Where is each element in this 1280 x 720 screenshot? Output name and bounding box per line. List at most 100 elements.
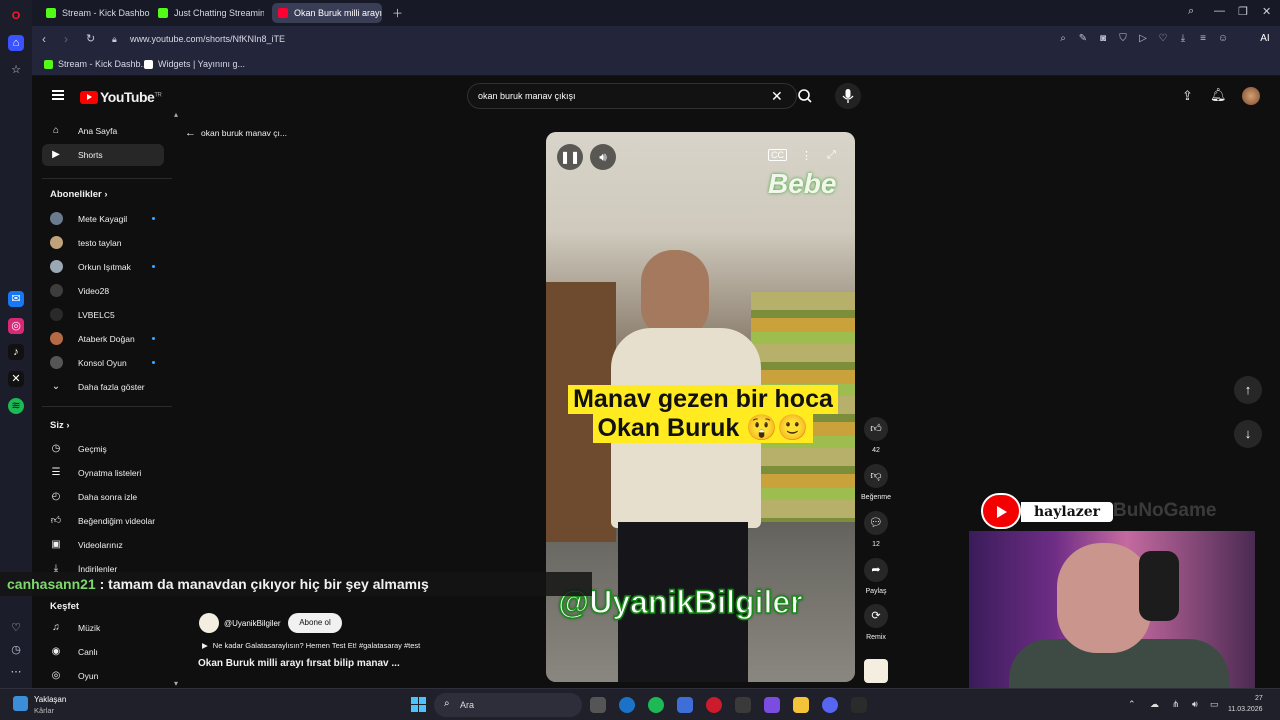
url-field[interactable]: www.youtube.com/shorts/NfKNIn8_iTE bbox=[130, 34, 285, 44]
opera-logo-icon[interactable]: O bbox=[8, 8, 24, 24]
captions-button[interactable]: CC bbox=[768, 149, 787, 161]
sidebar-item-shorts[interactable]: ▶ Shorts bbox=[42, 144, 164, 166]
avatar[interactable] bbox=[1242, 87, 1260, 105]
start-button[interactable] bbox=[411, 697, 427, 713]
voice-search-button[interactable] bbox=[835, 83, 861, 109]
channel-avatar[interactable] bbox=[199, 613, 219, 633]
search-tabs-icon[interactable]: ⌕ bbox=[1188, 5, 1194, 18]
taskbar-search[interactable]: ⌕ Ara bbox=[434, 693, 582, 717]
subscriptions-header[interactable]: Abonelikler › bbox=[50, 189, 108, 200]
sidebar-item-gaming[interactable]: ◎ Oyun bbox=[42, 665, 164, 687]
sidebar-item-history[interactable]: ◷ Geçmiş bbox=[42, 438, 164, 460]
store-icon[interactable] bbox=[735, 697, 751, 713]
short-video-player[interactable]: Bebe Manav gezen bir hoca Okan Buruk 😲🙂 … bbox=[546, 132, 855, 682]
wifi-icon[interactable]: ⋔ bbox=[1172, 699, 1180, 710]
subscription-item[interactable]: Mete Kayagil bbox=[42, 208, 164, 230]
sidebar-item-liked[interactable]: 👍︎ Beğendiğim videolar bbox=[42, 510, 164, 532]
forward-button[interactable]: › bbox=[64, 32, 68, 46]
star-icon[interactable]: ☆ bbox=[8, 62, 24, 78]
sound-link[interactable]: ▶ Ne kadar Galatasaraylısın? Hemen Test E… bbox=[202, 641, 420, 650]
like-button[interactable]: 👍︎ bbox=[864, 417, 888, 441]
messenger-icon[interactable]: ✉ bbox=[8, 291, 24, 307]
subscription-item[interactable]: testo taylan bbox=[42, 232, 164, 254]
show-more-button[interactable]: ⌄ Daha fazla göster bbox=[42, 376, 164, 398]
tab-kick-dashboard[interactable]: Stream - Kick Dashboard bbox=[40, 3, 150, 23]
tab-just-chatting[interactable]: Just Chatting Streaming - bbox=[152, 3, 264, 23]
heart-icon[interactable]: ♡ bbox=[8, 620, 24, 636]
scroll-down-icon[interactable]: ▾ bbox=[174, 679, 178, 688]
obs-icon[interactable] bbox=[851, 697, 867, 713]
fullscreen-icon[interactable]: ⤢ bbox=[827, 149, 836, 162]
sidebar-item-playlists[interactable]: ☰ Oynatma listeleri bbox=[42, 462, 164, 484]
volume-icon[interactable]: 🔊︎ bbox=[1192, 699, 1198, 710]
share-button[interactable]: ➦ bbox=[864, 558, 888, 582]
subscription-item[interactable]: Video28 bbox=[42, 280, 164, 302]
search-input[interactable]: okan buruk manav çıkışı bbox=[478, 91, 576, 101]
folder-icon[interactable] bbox=[793, 697, 809, 713]
more-options-icon[interactable]: ⋮ bbox=[801, 149, 812, 162]
edit-icon[interactable]: ✎ bbox=[1077, 33, 1089, 45]
new-tab-button[interactable]: ＋ bbox=[392, 5, 403, 21]
shield-icon[interactable]: ⛉ bbox=[1117, 33, 1129, 45]
youtube-logo[interactable]: YouTubeTR bbox=[80, 89, 162, 105]
minimize-button[interactable]: — bbox=[1214, 5, 1225, 17]
app-icon[interactable] bbox=[677, 697, 693, 713]
subscription-item[interactable]: LVBELC5 bbox=[42, 304, 164, 326]
tray-app-icon[interactable]: ☁ bbox=[1150, 699, 1159, 710]
opera-icon[interactable] bbox=[706, 697, 722, 713]
heart-icon[interactable]: ♡ bbox=[1157, 33, 1169, 45]
video-title[interactable]: Okan Buruk milli arayı fırsat bilip mana… bbox=[198, 658, 400, 669]
next-short-button[interactable]: ↓ bbox=[1234, 420, 1262, 448]
download-icon[interactable]: ⤓ bbox=[1177, 33, 1189, 45]
discord-icon[interactable] bbox=[822, 697, 838, 713]
maximize-button[interactable]: ❐ bbox=[1238, 5, 1248, 18]
volume-button[interactable]: 🔊︎ bbox=[590, 144, 616, 170]
clear-search-icon[interactable]: ✕ bbox=[771, 88, 783, 105]
reload-button[interactable]: ↻ bbox=[86, 32, 95, 45]
home-icon[interactable]: ⌂ bbox=[8, 35, 24, 51]
search-box[interactable]: okan buruk manav çıkışı ✕ bbox=[467, 83, 797, 109]
history-icon[interactable]: ◷ bbox=[8, 642, 24, 658]
camera-icon[interactable]: ◙ bbox=[1097, 33, 1109, 45]
bookmark-widgets[interactable]: Widgets | Yayınını g... bbox=[144, 59, 245, 69]
instagram-icon[interactable]: ◎ bbox=[8, 318, 24, 334]
sidebar-item-live[interactable]: ◉ Canlı bbox=[42, 641, 164, 663]
tray-chevron-icon[interactable]: ⌃ bbox=[1128, 699, 1136, 710]
app-icon[interactable] bbox=[764, 697, 780, 713]
scroll-up-icon[interactable]: ▴ bbox=[174, 110, 178, 119]
back-to-search-link[interactable]: ← okan buruk manav çı... bbox=[185, 127, 287, 139]
x-icon[interactable]: ✕ bbox=[8, 371, 24, 387]
weather-title[interactable]: Yaklaşan bbox=[34, 695, 66, 704]
menu-icon[interactable]: ≡ bbox=[1197, 33, 1209, 45]
dislike-button[interactable]: 👎︎ bbox=[864, 464, 888, 488]
clock-date[interactable]: 11.03.2026 bbox=[1228, 706, 1263, 713]
subscription-item[interactable]: Konsol Oyun bbox=[42, 352, 164, 374]
upload-icon[interactable]: ⇪ bbox=[1182, 88, 1193, 104]
channel-name[interactable]: @UyanikBilgiler bbox=[224, 619, 281, 628]
subscribe-button[interactable]: Abone ol bbox=[288, 613, 342, 633]
battery-icon[interactable]: ▭ bbox=[1210, 699, 1219, 710]
task-view-icon[interactable] bbox=[590, 697, 606, 713]
spotify-icon[interactable] bbox=[648, 697, 664, 713]
tiktok-icon[interactable]: ♪ bbox=[8, 344, 24, 360]
sidebar-item-home[interactable]: ⌂ Ana Sayfa bbox=[42, 120, 164, 142]
ai-button[interactable]: AI bbox=[1252, 33, 1278, 45]
close-window-button[interactable]: ✕ bbox=[1262, 5, 1271, 18]
play-icon[interactable]: ▷ bbox=[1137, 33, 1149, 45]
bookmark-kick[interactable]: Stream - Kick Dashb... bbox=[44, 59, 148, 69]
weather-icon[interactable] bbox=[13, 696, 28, 711]
sidebar-item-your-videos[interactable]: ▣ Videolarınız bbox=[42, 534, 164, 556]
search-button[interactable] bbox=[797, 83, 813, 109]
back-button[interactable]: ‹ bbox=[42, 32, 46, 46]
sound-thumbnail[interactable] bbox=[864, 659, 888, 683]
you-header[interactable]: Siz › bbox=[50, 420, 70, 431]
subscription-item[interactable]: Orkun Işıtmak bbox=[42, 256, 164, 278]
remix-button[interactable]: ⟳ bbox=[864, 604, 888, 628]
pause-button[interactable]: ❚❚ bbox=[557, 144, 583, 170]
subscription-item[interactable]: Ataberk Doğan bbox=[42, 328, 164, 350]
edge-icon[interactable] bbox=[619, 697, 635, 713]
comments-button[interactable]: 💬︎ bbox=[864, 511, 888, 535]
tab-youtube-short[interactable]: Okan Buruk milli arayı bbox=[272, 3, 382, 23]
notifications-bell-icon[interactable]: 🔔︎ bbox=[1210, 87, 1227, 103]
spotify-icon[interactable]: ≋ bbox=[8, 398, 24, 414]
